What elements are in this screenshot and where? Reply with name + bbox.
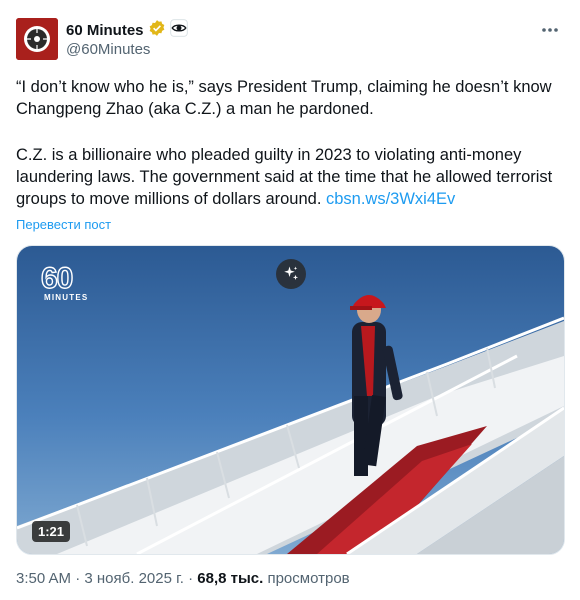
verified-badge-icon[interactable] [148, 19, 166, 42]
meta-separator: · [188, 570, 194, 587]
tweet-paragraph-2: C.Z. is a billionaire who pleaded guilty… [16, 144, 564, 210]
author-name-row: 60 Minutes [66, 18, 188, 42]
sixty-minutes-logo-number: 60 [40, 262, 74, 295]
cbs-eye-icon[interactable] [169, 18, 188, 42]
tweet-paragraph-1: “I don’t know who he is,” says President… [16, 78, 552, 118]
video-duration: 1:21 [32, 521, 71, 542]
sparkle-icon[interactable] [276, 259, 306, 289]
author-name[interactable]: 60 Minutes [66, 22, 144, 39]
author-avatar[interactable] [16, 18, 58, 60]
author-handle[interactable]: @60Minutes [66, 41, 150, 58]
meta-separator: · [75, 570, 81, 587]
tweet-paragraph-2-text: C.Z. is a billionaire who pleaded guilty… [16, 146, 553, 208]
sixty-minutes-logo-text: MINUTES [44, 293, 89, 302]
post-date[interactable]: 3 нояб. 2025 г. [84, 570, 184, 587]
tweet-card: 60 Minutes @60Minutes “I don’t know who … [0, 0, 580, 600]
post-time[interactable]: 3:50 AM [16, 570, 71, 587]
views-count: 68,8 тыс. [197, 570, 264, 587]
more-options-icon[interactable] [538, 20, 562, 40]
views-label: просмотров [267, 570, 350, 587]
post-metadata: 3:50 AM · 3 нояб. 2025 г. · 68,8 тыс. пр… [16, 570, 350, 587]
video-player[interactable]: 60 MINUTES 1:21 [16, 245, 565, 555]
tweet-link[interactable]: cbsn.ws/3Wxi4Ev [326, 190, 455, 208]
translate-post-link[interactable]: Перевести пост [16, 217, 111, 232]
video-thumbnail [17, 246, 564, 554]
